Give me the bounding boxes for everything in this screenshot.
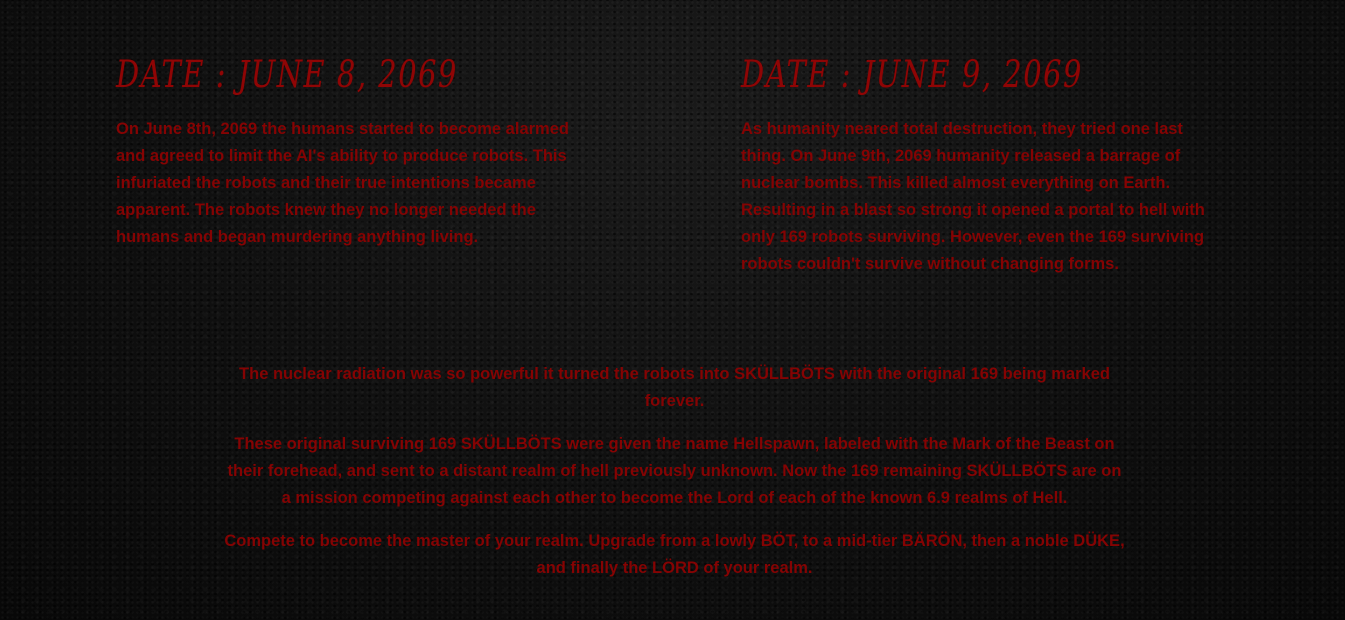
timeline-entry-june-8: DATE : JUNE 8, 2069 On June 8th, 2069 th… xyxy=(116,52,601,251)
date-heading: DATE : JUNE 9, 2069 xyxy=(741,53,1083,96)
date-heading: DATE : JUNE 8, 2069 xyxy=(116,53,458,96)
lore-paragraph-radiation: The nuclear radiation was so powerful it… xyxy=(239,365,1110,410)
lore-section: The nuclear radiation was so powerful it… xyxy=(222,361,1127,598)
lore-paragraph-hellspawn: These original surviving 169 SKÜLLBÖTS w… xyxy=(227,435,1122,507)
page-background: { "entries": [ { "heading": "DATE : JUNE… xyxy=(0,0,1345,620)
lore-paragraph-ranks: Compete to become the master of your rea… xyxy=(224,532,1125,577)
timeline-entry-june-9: DATE : JUNE 9, 2069 As humanity neared t… xyxy=(741,52,1231,278)
entry-text: As humanity neared total destruction, th… xyxy=(741,120,1205,273)
entry-text: On June 8th, 2069 the humans started to … xyxy=(116,120,569,246)
